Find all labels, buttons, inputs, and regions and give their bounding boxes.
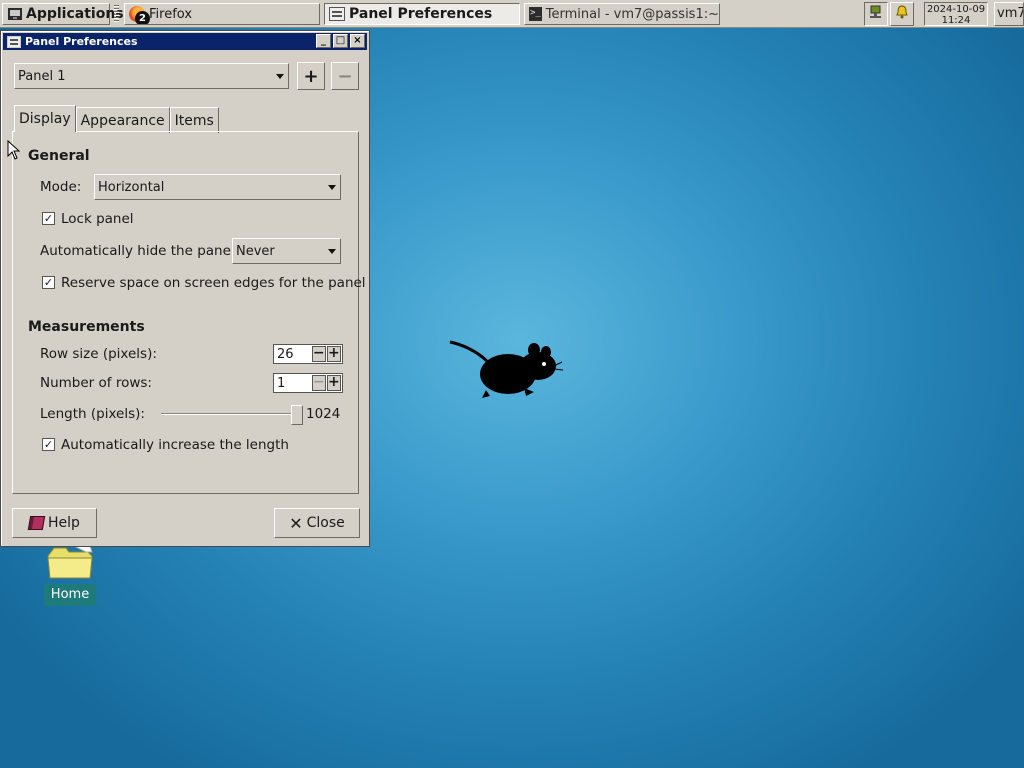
length-slider-track[interactable] [161,413,299,415]
panel-grip[interactable] [114,5,119,23]
taskbar-firefox-label: Firefox [149,6,193,22]
mouse-pointer-icon [7,139,21,160]
chevron-down-icon [328,185,336,190]
clock[interactable]: 2024-10-09 11:24 [924,2,988,26]
auto-length-checkbox[interactable]: ✓ [42,438,55,451]
help-button[interactable]: Help [12,508,97,538]
user-menu[interactable]: vm7 [994,2,1024,26]
length-value: 1024 [306,406,341,422]
preferences-icon [329,7,345,21]
preferences-icon [7,35,21,48]
remove-panel-button[interactable]: − [331,62,359,90]
chevron-down-icon [328,249,336,254]
rows-value[interactable]: 1 [274,376,312,391]
panel-select-value: Panel 1 [18,68,66,84]
maximize-button[interactable]: □ [333,34,348,48]
lock-panel-label[interactable]: Lock panel [61,211,134,227]
close-button[interactable]: ✕ Close [274,508,360,538]
minimize-button[interactable]: _ [316,34,331,48]
xfce-logo-icon [7,6,23,22]
window-title: Panel Preferences [25,35,138,48]
close-icon: ✕ [289,513,303,533]
autohide-select-value: Never [236,243,275,259]
autohide-select[interactable]: Never [232,238,341,264]
add-panel-button[interactable]: + [297,62,325,90]
row-size-spinbox[interactable]: 26 − + [273,344,343,364]
taskbar-firefox[interactable]: 2 Firefox [124,3,320,25]
xfce-mouse-logo [446,336,566,406]
tab-display[interactable]: Display [14,105,76,132]
window-titlebar[interactable]: Panel Preferences _ □ × [3,33,367,50]
top-panel: Applications 2 Firefox Panel Preferences… [0,0,1024,28]
rows-increment-button[interactable]: + [326,375,341,391]
reserve-space-label[interactable]: Reserve space on screen edges for the pa… [61,275,366,291]
network-tray[interactable] [864,2,888,26]
clock-time: 11:24 [941,15,971,26]
help-button-label: Help [48,515,80,531]
mode-select[interactable]: Horizontal [94,174,341,200]
taskbar-panel-preferences[interactable]: Panel Preferences [324,3,520,25]
home-folder-label[interactable]: Home [44,584,96,606]
panel-preferences-window: Panel Preferences _ □ × Panel 1 + − Disp… [0,30,370,547]
tab-appearance[interactable]: Appearance [75,107,170,133]
mode-label: Mode: [40,179,82,195]
firefox-icon: 2 [129,6,150,24]
row-size-label: Row size (pixels): [40,346,157,362]
network-icon [868,4,884,24]
terminal-icon: >_ [529,7,542,21]
clock-date: 2024-10-09 [926,4,986,15]
help-book-icon [27,516,46,530]
notification-tray[interactable] [890,2,914,26]
length-slider-handle[interactable] [291,405,303,425]
taskbar-terminal[interactable]: >_ Terminal - vm7@passis1:~ [524,3,720,25]
bell-icon [895,5,909,23]
row-size-value[interactable]: 26 [274,347,312,362]
tab-items[interactable]: Items [169,107,219,133]
rows-decrement-button[interactable]: − [311,375,326,391]
taskbar-terminal-label: Terminal - vm7@passis1:~ [545,6,719,22]
reserve-space-checkbox[interactable]: ✓ [42,276,55,289]
taskbar-panel-preferences-label: Panel Preferences [349,6,493,22]
row-size-decrement-button[interactable]: − [311,346,326,362]
panel-select[interactable]: Panel 1 [14,63,289,89]
rows-spinbox[interactable]: 1 − + [273,373,343,393]
applications-menu-button[interactable]: Applications [2,3,124,25]
notification-badge: 2 [135,11,150,24]
length-label: Length (pixels): [40,406,145,422]
home-folder-icon[interactable] [44,544,96,584]
rows-label: Number of rows: [40,375,152,391]
applications-label: Applications [26,6,124,22]
close-button-label: Close [306,515,345,531]
close-window-button[interactable]: × [350,34,365,48]
general-heading: General [28,148,90,164]
row-size-increment-button[interactable]: + [326,346,341,362]
lock-panel-checkbox[interactable]: ✓ [42,212,55,225]
auto-length-label[interactable]: Automatically increase the length [61,437,289,453]
autohide-label: Automatically hide the panel: [40,243,240,259]
chevron-down-icon [276,74,284,79]
mode-select-value: Horizontal [98,179,165,195]
tab-bar: Display Appearance Items [14,105,219,133]
measurements-heading: Measurements [28,319,145,335]
